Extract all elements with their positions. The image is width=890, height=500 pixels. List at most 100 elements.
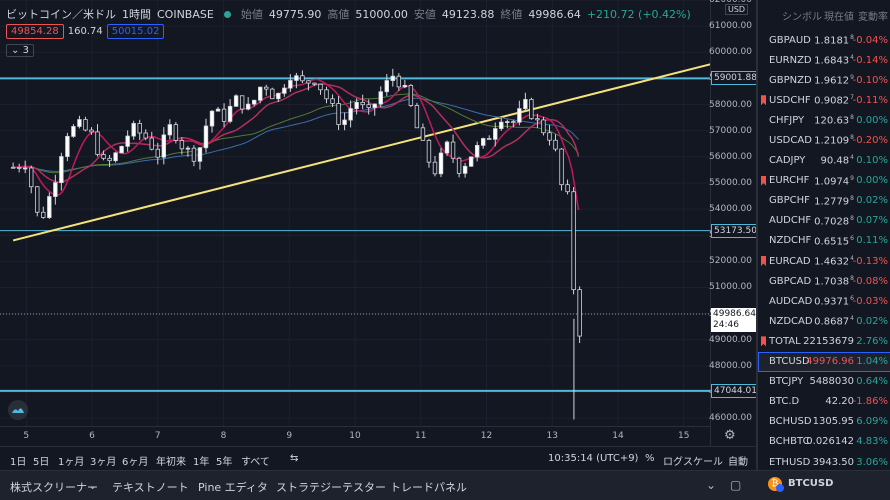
watchlist-price-main: 1.4632 — [814, 256, 850, 268]
gear-icon[interactable]: ⚙ — [724, 428, 736, 443]
tab-trade-panel[interactable]: トレードパネル — [390, 479, 467, 495]
candle-body — [107, 157, 112, 162]
close-value: 49986.64 — [528, 7, 581, 21]
tab-pine-editor[interactable]: Pine エディタ — [198, 479, 268, 495]
date-range-icon[interactable]: ⇆ — [290, 453, 298, 464]
header-last[interactable]: 現在値 — [824, 8, 854, 23]
candle-body — [71, 126, 76, 137]
sell-button[interactable]: 49854.28 — [6, 24, 64, 39]
time-axis[interactable]: 5 6 7 8 9 10 11 12 13 14 15 — [0, 426, 710, 446]
tab-text-notes[interactable]: テキストノート — [112, 479, 189, 495]
watchlist-row[interactable]: BTC.D 42.20 -1.86% — [758, 392, 890, 412]
maximize-panel-icon[interactable]: ▢ — [730, 478, 741, 492]
indicator-toggle[interactable]: ⌄ 3 — [6, 44, 34, 57]
watchlist-price-main: 22153679 — [803, 335, 854, 347]
exchange-label: COINBASE — [157, 7, 214, 21]
watchlist-row[interactable]: USDCHF 0.90827 -0.11% — [758, 90, 890, 110]
watchlist-row[interactable]: EURNZD 1.68434 -0.14% — [758, 50, 890, 70]
watchlist-price-main: 1305.95 — [812, 416, 854, 428]
auto-scale-toggle[interactable]: 自動 — [728, 453, 748, 468]
range-ytd[interactable]: 年初来 — [156, 453, 186, 468]
currency-badge[interactable]: USD — [725, 4, 749, 15]
hline-price-label[interactable]: 53173.50 — [711, 223, 760, 238]
tradingview-logo-icon[interactable] — [8, 400, 28, 420]
watchlist-row[interactable]: TOTAL 22153679 2.76% — [758, 331, 890, 351]
watchlist-price-fraction: 8 — [850, 194, 854, 202]
flag-icon[interactable] — [761, 95, 766, 106]
range-1y[interactable]: 1年 — [193, 453, 209, 468]
candle-body — [233, 95, 239, 107]
chart-pane[interactable]: ビットコイン／米ドル 1時間 COINBASE 始値 49775.90 高値 510… — [0, 0, 760, 470]
watchlist-price-main: 0.7028 — [814, 216, 850, 228]
watchlist-row[interactable]: CHFJPY 120.638 0.00% — [758, 110, 890, 130]
watchlist-price: 1305.95 — [813, 416, 854, 427]
chevron-down-icon[interactable]: ⌄ — [88, 479, 97, 492]
watchlist-row[interactable]: USDCAD 1.21098 -0.20% — [758, 130, 890, 150]
watchlist-row[interactable]: EURCHF 1.09749 0.00% — [758, 171, 890, 191]
range-all[interactable]: すべて — [241, 453, 270, 468]
candle-body — [378, 91, 383, 105]
watchlist-row[interactable]: CADJPY 90.484 0.10% — [758, 151, 890, 171]
watchlist-row[interactable]: AUDCHF 0.70288 0.07% — [758, 211, 890, 231]
header-change[interactable]: 変動率 — [858, 8, 888, 23]
range-1d[interactable]: 1日 — [10, 453, 26, 468]
candle-body — [402, 84, 408, 88]
candle-body — [173, 124, 179, 141]
watchlist-row[interactable]: BTCJPY 5488030 0.64% — [758, 372, 890, 392]
watchlist-symbol: BTC.D — [769, 396, 800, 408]
watchlist-row[interactable]: NZDCAD 0.86874 0.02% — [758, 311, 890, 331]
watchlist-row[interactable]: GBPCHF 1.27798 0.02% — [758, 191, 890, 211]
candle-body — [264, 86, 269, 90]
market-status-icon — [223, 10, 231, 18]
header-symbol[interactable]: シンボル — [782, 8, 822, 23]
low-value: 49123.88 — [441, 7, 495, 21]
watchlist-row[interactable]: GBPNZD 1.96129 -0.10% — [758, 70, 890, 90]
watchlist-change: -0.03% — [852, 295, 888, 307]
watchlist-row[interactable]: AUDCAD 0.93716 -0.03% — [758, 291, 890, 311]
tab-stock-screener[interactable]: 株式スクリーナー — [10, 479, 98, 495]
range-5y[interactable]: 5年 — [216, 453, 232, 468]
log-scale-toggle[interactable]: ログスケール — [663, 453, 723, 468]
price-axis[interactable]: USD 62000.0061000.0060000.0059000.005800… — [709, 0, 760, 446]
buy-button[interactable]: 50015.02 — [106, 24, 165, 39]
watchlist-row[interactable]: GBPAUD 1.81818 -0.04% — [758, 30, 890, 50]
watchlist-row[interactable]: EURCAD 1.46324 -0.13% — [758, 251, 890, 271]
percent-toggle[interactable]: % — [645, 453, 655, 464]
watchlist-row[interactable]: NZDCHF 0.65156 0.11% — [758, 231, 890, 251]
range-1m[interactable]: 1ヶ月 — [58, 453, 84, 468]
flag-icon[interactable] — [761, 336, 766, 347]
range-5d[interactable]: 5日 — [33, 453, 49, 468]
price-tick-label: 58000.00 — [709, 99, 752, 110]
price-tick-label: 61000.00 — [709, 21, 752, 32]
watchlist-change: 6.09% — [856, 416, 888, 428]
candle-body — [559, 148, 564, 186]
flag-icon[interactable] — [761, 175, 766, 186]
symbol-title[interactable]: ビットコイン／米ドル — [6, 6, 116, 22]
candle-body — [300, 75, 305, 82]
watchlist-row[interactable]: BCHUSD 1305.95 6.09% — [758, 412, 890, 432]
range-6m[interactable]: 6ヶ月 — [122, 453, 148, 468]
candle-body — [384, 80, 389, 93]
candle-body — [155, 148, 160, 158]
hline-price-label[interactable]: 47044.01 — [711, 383, 760, 398]
watchlist-footer[interactable]: ₿ BTCUSD — [756, 473, 890, 497]
interval-label[interactable]: 1時間 — [122, 6, 151, 22]
collapse-panel-icon[interactable]: ⌄ — [706, 478, 716, 492]
hline-price-label[interactable]: 59001.88 — [711, 71, 760, 86]
watchlist-row[interactable]: GBPCAD 1.70388 -0.08% — [758, 271, 890, 291]
watchlist-price: 1.21098 — [814, 134, 854, 146]
price-chart[interactable] — [0, 0, 710, 426]
watchlist-price: 1.96129 — [814, 74, 854, 86]
flag-icon[interactable] — [761, 256, 766, 267]
watchlist-row[interactable]: BTCUSD 49976.96 1.04% — [758, 351, 890, 372]
chart-plot-area[interactable]: ビットコイン／米ドル 1時間 COINBASE 始値 49775.90 高値 510… — [0, 0, 710, 446]
candle-body — [468, 156, 474, 167]
watchlist-change: 0.11% — [856, 235, 888, 247]
candle-body — [487, 138, 492, 140]
watchlist-row[interactable]: BCHBTC 0.026142 4.83% — [758, 432, 890, 452]
range-3m[interactable]: 3ヶ月 — [90, 453, 116, 468]
tab-strategy-tester[interactable]: ストラテジーテスター — [276, 479, 386, 495]
price-tick-label: 48000.00 — [709, 360, 752, 371]
clock-label[interactable]: 10:35:14 (UTC+9) — [548, 453, 638, 464]
current-price-value: 49986.64 — [713, 308, 756, 319]
